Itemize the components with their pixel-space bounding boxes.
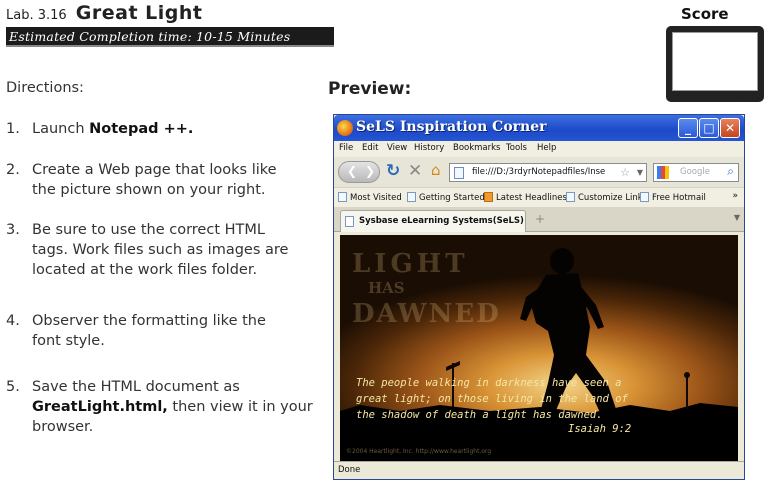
menu-bookmarks[interactable]: Bookmarks <box>453 143 501 153</box>
tab-sels[interactable]: Sysbase eLearning Systems(SeLS) <box>340 210 526 232</box>
reload-icon[interactable]: ↻ <box>386 161 400 181</box>
close-icon[interactable]: ✕ <box>720 118 740 138</box>
verse-line: great light; on those living in the land… <box>356 393 628 405</box>
step-number: 1. <box>6 121 20 137</box>
back-forward-buttons[interactable]: ❮ ❯ <box>338 161 380 183</box>
search-placeholder: Google <box>680 167 710 177</box>
url-bar[interactable]: file:///D:/3rdyrNotepadfiles/Inse ☆ ▼ <box>449 163 647 182</box>
browser-navbar: ❮ ❯ ↻ ✕ ⌂ file:///D:/3rdyrNotepadfiles/I… <box>334 157 744 187</box>
score-screen <box>672 32 758 91</box>
verse-line: The people walking in darkness have seen… <box>356 377 622 389</box>
browser-window-screenshot: SeLS Inspiration Corner _ □ ✕ File Edit … <box>333 114 745 480</box>
step-text-line: browser. <box>32 419 94 435</box>
new-tab-button[interactable]: + <box>532 212 548 228</box>
step-text-line: Save the HTML document as <box>32 379 240 395</box>
watermark-text: HAS <box>368 279 405 297</box>
directions-label: Directions: <box>6 80 84 96</box>
minimize-icon[interactable]: _ <box>678 118 698 138</box>
home-icon[interactable]: ⌂ <box>431 161 441 179</box>
lab-title: Lab. 3.16 Great Light <box>6 2 202 24</box>
tab-list-icon[interactable]: ▼ <box>734 213 740 222</box>
browser-menubar: File Edit View History Bookmarks Tools H… <box>334 141 744 157</box>
step-text-line: Create a Web page that looks like <box>32 162 277 178</box>
bookmark-latest-headlines[interactable]: Latest Headlines <box>484 192 567 203</box>
step-2: 2. Create a Web page that looks like the… <box>6 160 316 204</box>
step-5: 5. Save the HTML document as GreatLight.… <box>6 377 326 441</box>
stop-icon[interactable]: ✕ <box>408 161 422 181</box>
step-text-line: font style. <box>32 333 105 349</box>
menu-tools[interactable]: Tools <box>506 143 527 153</box>
search-input[interactable]: Google ⌕ <box>653 163 739 182</box>
bookmark-most-visited[interactable]: Most Visited <box>338 192 402 203</box>
status-bar: Done <box>334 461 744 479</box>
tab-title: Sysbase eLearning Systems(SeLS) <box>359 216 524 226</box>
forward-arrow-icon[interactable]: ❯ <box>365 164 375 178</box>
step-bold-text: Notepad ++. <box>89 121 194 137</box>
image-copyright: ©2004 Heartlight, Inc. http://www.heartl… <box>346 448 492 455</box>
dropdown-arrow-icon[interactable]: ▼ <box>637 164 643 181</box>
bookmarks-toolbar: Most Visited Getting Started Latest Head… <box>334 187 744 207</box>
page-icon <box>345 216 354 227</box>
bookmark-customize-links[interactable]: Customize Links <box>566 192 647 203</box>
url-text: file:///D:/3rdyrNotepadfiles/Inse <box>472 167 606 177</box>
estimated-time-bar: Estimated Completion time: 10-15 Minutes <box>6 27 334 47</box>
bookmarks-overflow-icon[interactable]: » <box>732 191 738 201</box>
preview-label: Preview: <box>328 79 412 99</box>
bookmark-getting-started[interactable]: Getting Started <box>407 192 485 203</box>
step-text-line: Observer the formatting like the <box>32 313 266 329</box>
monitor-icon <box>666 26 764 102</box>
monitor-base <box>688 94 738 102</box>
firefox-icon <box>337 120 353 136</box>
status-text: Done <box>338 465 361 475</box>
page-icon <box>454 167 464 179</box>
menu-edit[interactable]: Edit <box>362 143 378 153</box>
bookmark-free-hotmail[interactable]: Free Hotmail <box>640 192 706 203</box>
lab-name: Great Light <box>75 2 203 24</box>
step-text-line: then view it in your <box>167 399 313 415</box>
tab-bar: Sysbase eLearning Systems(SeLS) + ▼ <box>334 207 744 232</box>
step-text-line: located at the work files folder. <box>32 262 258 278</box>
step-3: 3. Be sure to use the correct HTML tags.… <box>6 220 326 284</box>
google-logo-icon <box>657 166 669 179</box>
step-number: 2. <box>6 162 20 178</box>
watermark-text: DAWNED <box>352 299 501 329</box>
menu-history[interactable]: History <box>414 143 444 153</box>
verse-reference: Isaiah 9:2 <box>568 423 632 435</box>
back-arrow-icon[interactable]: ❮ <box>347 164 357 178</box>
estimated-time-text: Estimated Completion time: 10-15 Minutes <box>9 29 291 44</box>
step-number: 3. <box>6 222 20 238</box>
step-bold-text: GreatLight.html, <box>32 399 168 415</box>
menu-view[interactable]: View <box>387 143 407 153</box>
step-text-line: tags. Work files such as images are <box>32 242 289 258</box>
step-number: 5. <box>6 379 20 395</box>
browser-title: SeLS Inspiration Corner <box>356 119 547 135</box>
verse-text: The people walking in darkness have seen… <box>356 375 656 423</box>
step-number: 4. <box>6 313 20 329</box>
star-icon[interactable]: ☆ <box>620 164 630 181</box>
search-icon[interactable]: ⌕ <box>727 163 734 180</box>
verse-line: the shadow of death a light has dawned. <box>356 409 603 421</box>
watermark-text: LIGHT <box>352 249 469 279</box>
page-content-image: LIGHT HAS DAWNED The people walking in d… <box>340 235 738 461</box>
step-4: 4. Observer the formatting like the font… <box>6 311 316 355</box>
step-text-line: Be sure to use the correct HTML <box>32 222 265 238</box>
menu-file[interactable]: File <box>339 143 353 153</box>
step-1: 1. Launch Notepad ++. <box>6 119 306 141</box>
step-text: Launch <box>32 121 90 137</box>
lab-number: Lab. 3.16 <box>6 8 67 23</box>
maximize-icon[interactable]: □ <box>699 118 719 138</box>
menu-help[interactable]: Help <box>537 143 556 153</box>
browser-titlebar: SeLS Inspiration Corner _ □ ✕ <box>334 115 744 141</box>
score-label: Score <box>681 5 729 23</box>
step-text-line: the picture shown on your right. <box>32 182 266 198</box>
